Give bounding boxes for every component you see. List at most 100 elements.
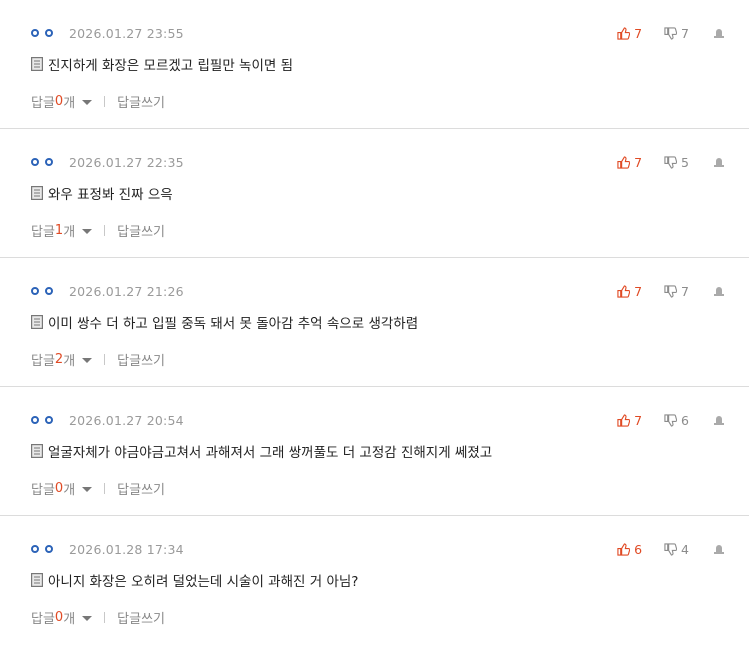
comment-list: 2026.01.27 23:55 7 7 진지하게 화장은 모르겠고 립필만 녹…	[0, 0, 749, 645]
downvote-count: 5	[681, 154, 689, 170]
upvote-count: 7	[634, 412, 643, 428]
reply-toggle-button[interactable]: 답글 2개	[31, 350, 93, 369]
comment-text: 와우 표정봐 진짜 으윽	[48, 187, 173, 203]
reply-toggle-button[interactable]: 답글 0개	[31, 608, 93, 627]
reply-unit: 개	[63, 96, 76, 111]
comment-item: 2026.01.27 23:55 7 7 진지하게 화장은 모르겠고 립필만 녹…	[0, 0, 749, 129]
downvote-button[interactable]: 4	[664, 542, 689, 557]
thumbs-up-icon	[617, 284, 631, 298]
reply-label: 답글	[31, 483, 55, 498]
downvote-button[interactable]: 5	[664, 155, 689, 170]
comment-body: 진지하게 화장은 모르겠고 립필만 녹이면 됨	[31, 54, 293, 74]
thumbs-down-icon	[664, 155, 678, 169]
comment-item: 2026.01.27 20:54 7 6 얼굴자체가 야금야금고쳐서 과해져서 …	[0, 387, 749, 516]
comment-meta: 2026.01.27 21:26	[31, 282, 184, 300]
upvote-count: 7	[634, 25, 643, 41]
comment-body: 이미 쌍수 더 하고 입필 중독 돼서 못 돌아감 추억 속으로 생각하렴	[31, 312, 418, 332]
comment-actions: 7 7	[617, 24, 725, 42]
caret-down-icon	[82, 487, 93, 492]
comment-actions: 7 5	[617, 153, 725, 171]
comment-date: 2026.01.27 22:35	[69, 154, 184, 170]
comment-footer: 답글 2개 답글쓰기	[31, 350, 165, 369]
divider	[104, 96, 106, 107]
caret-down-icon	[82, 616, 93, 621]
write-reply-link[interactable]: 답글쓰기	[117, 350, 165, 369]
caret-down-icon	[82, 100, 93, 105]
user-dots-icon[interactable]	[31, 158, 53, 166]
upvote-button[interactable]: 7	[617, 284, 642, 299]
comment-body: 아니지 화장은 오히려 덜었는데 시술이 과해진 거 아님?	[31, 570, 358, 590]
downvote-button[interactable]: 7	[664, 284, 689, 299]
write-reply-link[interactable]: 답글쓰기	[117, 479, 165, 498]
reply-unit: 개	[63, 483, 76, 498]
reply-count: 0	[54, 610, 64, 625]
comment-body: 와우 표정봐 진짜 으윽	[31, 183, 173, 203]
upvote-button[interactable]: 7	[617, 413, 642, 428]
thumbs-up-icon	[617, 542, 631, 556]
comment-item: 2026.01.28 17:34 6 4 아니지 화장은 오히려 덜었는데 시술…	[0, 516, 749, 645]
report-icon[interactable]	[713, 543, 725, 555]
reply-unit: 개	[63, 612, 76, 627]
user-dots-icon[interactable]	[31, 29, 53, 37]
report-icon[interactable]	[713, 156, 725, 168]
reply-count: 1	[54, 223, 64, 238]
reply-count: 2	[54, 352, 64, 367]
reply-label: 답글	[31, 96, 55, 111]
report-icon[interactable]	[713, 27, 725, 39]
comment-text: 진지하게 화장은 모르겠고 립필만 녹이면 됨	[48, 58, 294, 74]
downvote-button[interactable]: 6	[664, 413, 689, 428]
downvote-button[interactable]: 7	[664, 26, 689, 41]
comment-footer: 답글 0개 답글쓰기	[31, 608, 165, 627]
thumbs-down-icon	[664, 542, 678, 556]
thumbs-up-icon	[617, 413, 631, 427]
write-reply-link[interactable]: 답글쓰기	[117, 608, 165, 627]
report-icon[interactable]	[713, 285, 725, 297]
comment-actions: 6 4	[617, 540, 725, 558]
report-icon[interactable]	[713, 414, 725, 426]
comment-meta: 2026.01.27 23:55	[31, 24, 184, 42]
write-reply-link[interactable]: 답글쓰기	[117, 221, 165, 240]
downvote-count: 7	[681, 283, 689, 299]
upvote-button[interactable]: 6	[617, 542, 642, 557]
divider	[104, 225, 106, 236]
downvote-count: 6	[681, 412, 689, 428]
comment-item: 2026.01.27 22:35 7 5 와우 표정봐 진짜 으윽 답글 1개 …	[0, 129, 749, 258]
comment-footer: 답글 0개 답글쓰기	[31, 92, 165, 111]
user-dots-icon[interactable]	[31, 416, 53, 424]
caret-down-icon	[82, 229, 93, 234]
document-icon	[31, 315, 43, 329]
reply-label: 답글	[31, 612, 55, 627]
document-icon	[31, 444, 43, 458]
comment-actions: 7 7	[617, 282, 725, 300]
user-dots-icon[interactable]	[31, 545, 53, 553]
reply-label: 답글	[31, 225, 55, 240]
reply-toggle-button[interactable]: 답글 1개	[31, 221, 93, 240]
write-reply-link[interactable]: 답글쓰기	[117, 92, 165, 111]
comment-body: 얼굴자체가 야금야금고쳐서 과해져서 그래 쌍꺼풀도 더 고정감 진해지게 쎄졌…	[31, 441, 492, 461]
reply-toggle-button[interactable]: 답글 0개	[31, 92, 93, 111]
downvote-count: 4	[681, 541, 689, 557]
comment-meta: 2026.01.28 17:34	[31, 540, 184, 558]
document-icon	[31, 573, 43, 587]
thumbs-down-icon	[664, 26, 678, 40]
thumbs-up-icon	[617, 26, 631, 40]
comment-footer: 답글 0개 답글쓰기	[31, 479, 165, 498]
upvote-count: 6	[634, 541, 643, 557]
reply-count: 0	[54, 94, 64, 109]
downvote-count: 7	[681, 25, 689, 41]
comment-text: 얼굴자체가 야금야금고쳐서 과해져서 그래 쌍꺼풀도 더 고정감 진해지게 쎄졌…	[48, 445, 493, 461]
divider	[104, 612, 106, 623]
reply-label: 답글	[31, 354, 55, 369]
comment-footer: 답글 1개 답글쓰기	[31, 221, 165, 240]
comment-date: 2026.01.28 17:34	[69, 541, 184, 557]
thumbs-down-icon	[664, 284, 678, 298]
upvote-count: 7	[634, 283, 643, 299]
upvote-button[interactable]: 7	[617, 26, 642, 41]
upvote-button[interactable]: 7	[617, 155, 642, 170]
divider	[104, 483, 106, 494]
comment-actions: 7 6	[617, 411, 725, 429]
reply-toggle-button[interactable]: 답글 0개	[31, 479, 93, 498]
user-dots-icon[interactable]	[31, 287, 53, 295]
upvote-count: 7	[634, 154, 643, 170]
comment-text: 아니지 화장은 오히려 덜었는데 시술이 과해진 거 아님?	[48, 574, 359, 590]
